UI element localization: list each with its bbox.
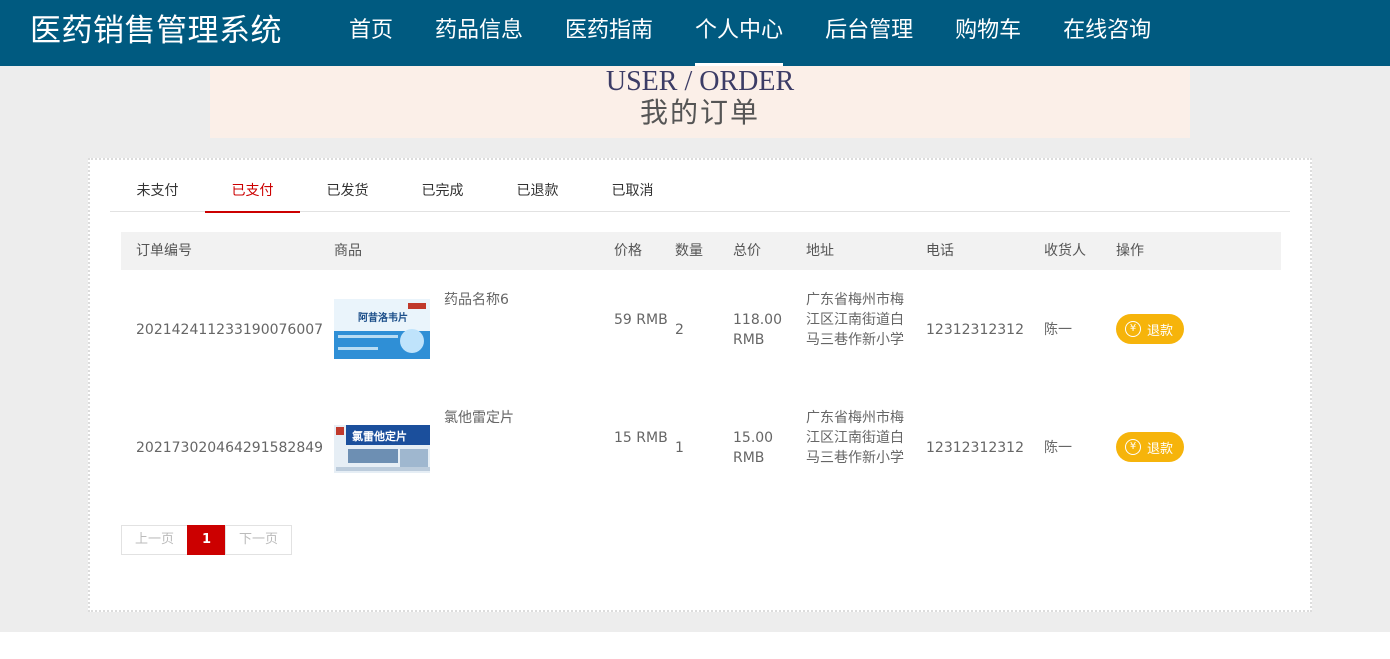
pagination: 上一页 1 下一页 [121, 525, 292, 555]
product-image[interactable]: 阿昔洛韦片 [334, 297, 434, 361]
banner-title-en: USER / ORDER [605, 66, 795, 97]
receiver-name: 陈一 [1044, 322, 1072, 338]
site-brand[interactable]: 医药销售管理系统 [30, 10, 282, 52]
banner-title-cn: 我的订单 [639, 98, 760, 129]
nav-item-cart[interactable]: 购物车 [934, 0, 1042, 66]
product-name[interactable]: 氯他雷定片 [444, 408, 514, 428]
product-name[interactable]: 药品名称6 [444, 290, 509, 310]
phone-number: 12312312312 [926, 322, 1024, 338]
footer-strip [0, 632, 1390, 659]
tab-unpaid[interactable]: 未支付 [110, 172, 205, 212]
top-navbar: 医药销售管理系统 首页 药品信息 医药指南 个人中心 后台管理 购物车 在线咨询 [0, 0, 1390, 66]
quantity: 1 [675, 440, 684, 456]
shipping-address: 广东省梅州市梅江区江南街道白马三巷作新小学 [806, 410, 904, 466]
table-row: 202173020464291582849 氯雷他定片 氯他雷定片 15 RMB… [121, 388, 1281, 506]
header-phone: 电话 [926, 243, 954, 259]
order-number: 202142411233190076007 [136, 322, 324, 338]
tab-refunded[interactable]: 已退款 [490, 172, 585, 212]
total-price: 118.00 RMB [733, 312, 782, 348]
phone-number: 12312312312 [926, 440, 1024, 456]
product-image[interactable]: 氯雷他定片 [334, 415, 434, 479]
main-nav: 首页 药品信息 医药指南 个人中心 后台管理 购物车 在线咨询 [328, 0, 1172, 66]
prev-page-button[interactable]: 上一页 [121, 525, 188, 555]
action-cell: ¥ 退款 [1116, 432, 1185, 462]
header-receiver: 收货人 [1044, 243, 1086, 259]
header-address: 地址 [806, 243, 834, 259]
refund-button[interactable]: ¥ 退款 [1116, 314, 1185, 344]
tab-paid[interactable]: 已支付 [205, 172, 300, 213]
page-banner: USER / ORDER 我的订单 [210, 66, 1190, 138]
nav-item-admin[interactable]: 后台管理 [804, 0, 934, 66]
header-action: 操作 [1116, 243, 1144, 259]
receiver-name: 陈一 [1044, 440, 1072, 456]
nav-item-home[interactable]: 首页 [328, 0, 414, 66]
yen-icon: ¥ [1125, 321, 1141, 337]
tab-completed[interactable]: 已完成 [395, 172, 490, 212]
tab-shipped[interactable]: 已发货 [300, 172, 395, 212]
total-price: 15.00 RMB [733, 430, 774, 466]
shipping-address: 广东省梅州市梅江区江南街道白马三巷作新小学 [806, 292, 904, 348]
orders-panel: 未支付 已支付 已发货 已完成 已退款 已取消 订单编号 商品 价格 数量 总价… [88, 158, 1312, 612]
nav-item-guide[interactable]: 医药指南 [544, 0, 674, 66]
order-status-tabs: 未支付 已支付 已发货 已完成 已退款 已取消 [110, 172, 1290, 213]
page-number-current[interactable]: 1 [187, 525, 226, 555]
table-header: 订单编号 商品 价格 数量 总价 地址 电话 收货人 操作 [121, 232, 1281, 270]
header-goods: 商品 [334, 243, 362, 259]
unit-price: 15 RMB [614, 430, 668, 446]
nav-item-personal-center[interactable]: 个人中心 [674, 0, 804, 66]
product-box-label: 氯雷他定片 [352, 429, 407, 443]
action-cell: ¥ 退款 [1116, 314, 1185, 344]
unit-price: 59 RMB [614, 312, 668, 328]
next-page-button[interactable]: 下一页 [225, 525, 292, 555]
product-box-label: 阿昔洛韦片 [358, 311, 408, 324]
header-qty: 数量 [675, 243, 703, 259]
refund-label: 退款 [1147, 441, 1174, 457]
tab-cancelled[interactable]: 已取消 [585, 172, 680, 212]
header-total: 总价 [733, 243, 761, 259]
header-order-no: 订单编号 [136, 243, 192, 259]
header-price: 价格 [614, 243, 642, 259]
nav-item-consult[interactable]: 在线咨询 [1042, 0, 1172, 66]
quantity: 2 [675, 322, 684, 338]
refund-label: 退款 [1147, 323, 1174, 339]
refund-button[interactable]: ¥ 退款 [1116, 432, 1185, 462]
orders-table: 订单编号 商品 价格 数量 总价 地址 电话 收货人 操作 2021424112… [121, 232, 1281, 506]
order-number: 202173020464291582849 [136, 440, 324, 456]
yen-icon: ¥ [1125, 439, 1141, 455]
nav-item-drug-info[interactable]: 药品信息 [414, 0, 544, 66]
table-row: 202142411233190076007 阿昔洛韦片 药品名称6 59 RMB… [121, 270, 1281, 388]
